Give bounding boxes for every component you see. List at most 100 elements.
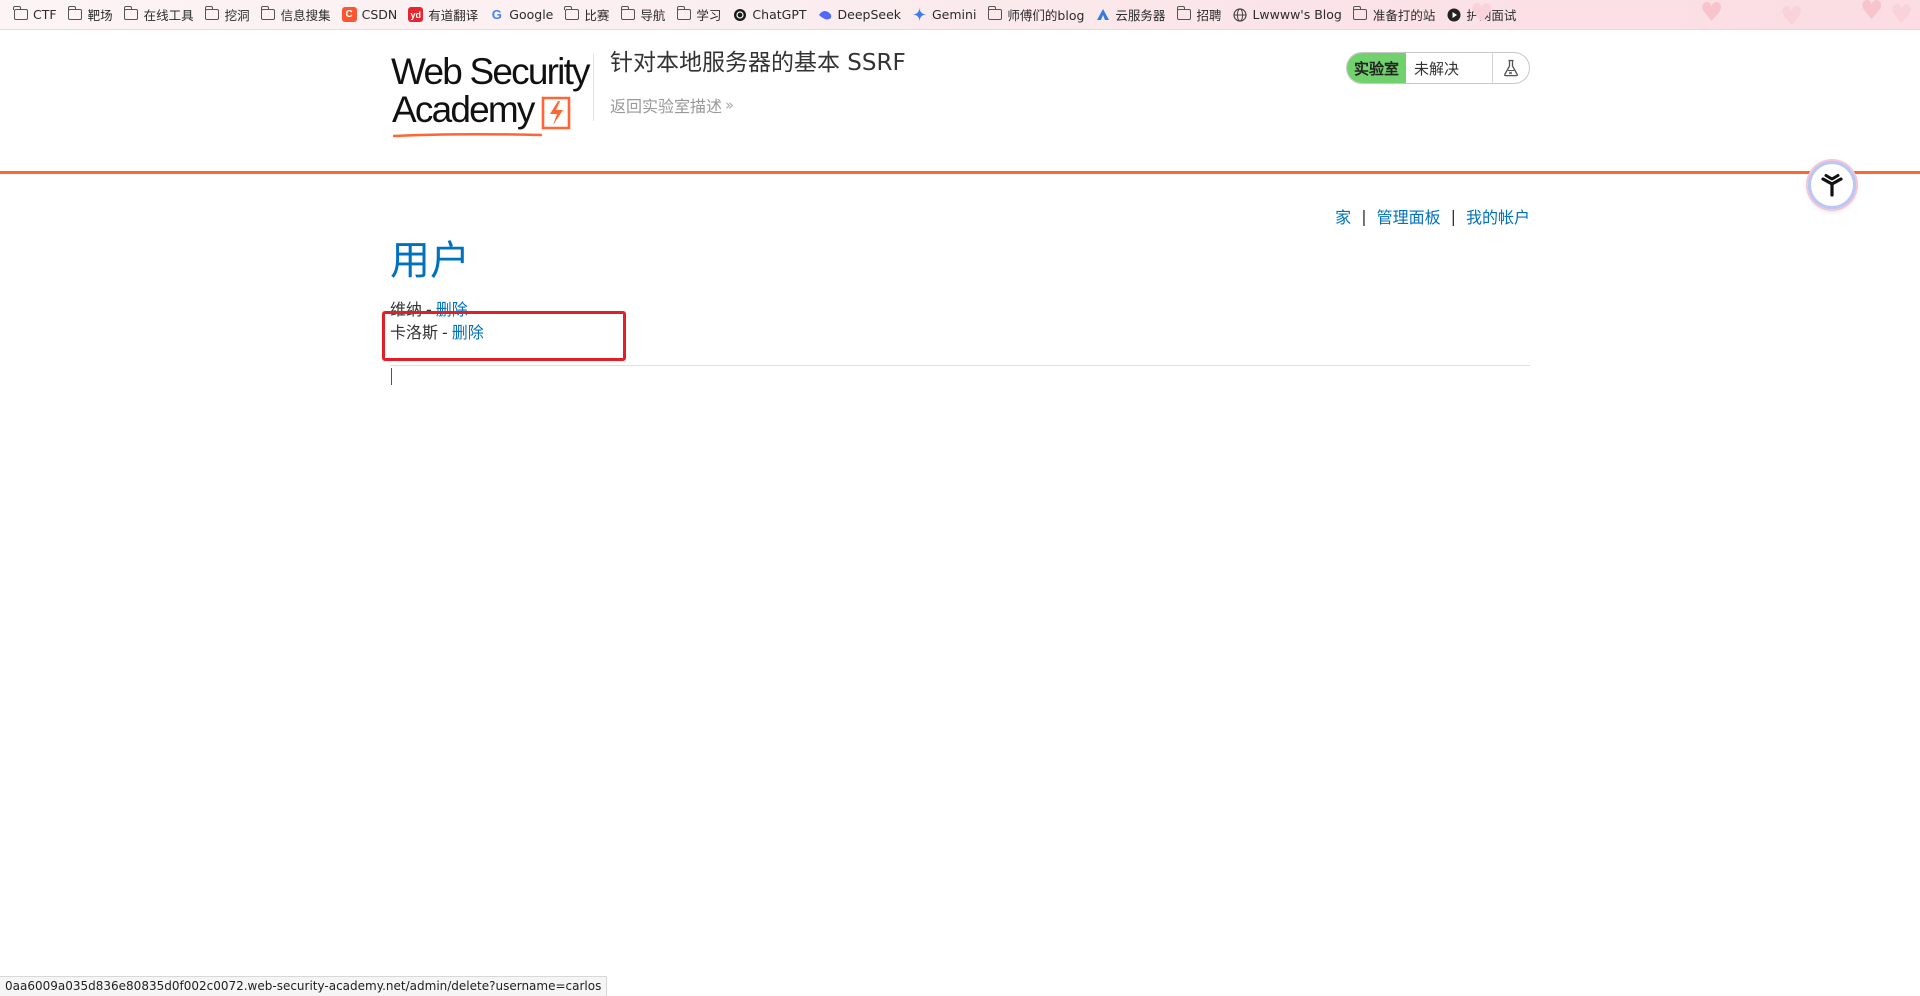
list-item: 卡洛斯 - 删除 — [390, 321, 484, 344]
web-security-academy-logo[interactable]: Web Security Academy — [391, 51, 591, 143]
folder-icon — [260, 6, 276, 21]
google-icon: G — [491, 7, 502, 22]
browser-extension-button[interactable] — [1808, 161, 1856, 209]
folder-icon — [987, 6, 1002, 21]
bookmark-item[interactable]: 师傅们的blog — [984, 3, 1092, 27]
bookmark-label: 信息搜集 — [280, 8, 331, 23]
bookmark-label: 靶场 — [87, 8, 113, 23]
username: 卡洛斯 — [390, 323, 439, 342]
heart-icon: ♥ — [1700, 0, 1724, 28]
browser-status-bar: 0aa6009a035d836e80835d0f002c0072.web-sec… — [0, 976, 608, 996]
user-list: 维纳 - 删除 卡洛斯 - 删除 — [390, 298, 484, 344]
logo-text-line1: Web Security — [391, 51, 591, 92]
bookmark-item[interactable]: yd 有道翻译 — [405, 3, 486, 27]
bookmark-label: 学习 — [696, 8, 722, 23]
globe-icon — [1232, 7, 1247, 22]
list-item: 维纳 - 删除 — [390, 298, 484, 321]
nav-separator: | — [1450, 206, 1456, 226]
cloud-icon — [1095, 8, 1110, 21]
content-divider — [390, 365, 1530, 366]
bookmark-label: 准备打的站 — [1372, 8, 1436, 23]
bookmark-item[interactable]: CTF — [10, 3, 65, 27]
deepseek-icon — [818, 8, 833, 21]
bookmark-item[interactable]: 比赛 — [561, 3, 617, 27]
bookmark-label: Gemini — [932, 7, 977, 22]
play-icon — [1446, 8, 1461, 21]
lab-status-label: 实验室 — [1347, 53, 1407, 83]
flask-icon — [1493, 53, 1529, 83]
logo-text-line2: Academy — [392, 89, 535, 130]
bookmark-item[interactable]: 在线工具 — [121, 3, 202, 27]
heart-icon: ♥ — [1860, 0, 1884, 26]
lab-header: Web Security Academy 针对本地服务器的基本 SSRF 返回实… — [0, 31, 1920, 174]
gemini-icon — [912, 8, 927, 21]
header-divider — [593, 53, 594, 121]
bookmark-label: Lwwww's Blog — [1252, 7, 1342, 22]
lab-status-widget: 实验室 未解决 — [1346, 52, 1530, 84]
bookmark-item[interactable]: 学习 — [673, 3, 729, 27]
folder-icon — [123, 6, 139, 21]
bookmark-item[interactable]: 招聘 — [1173, 3, 1229, 27]
user-separator: - — [442, 323, 448, 342]
logo-underline-icon — [393, 132, 543, 138]
heart-icon: ♥ — [1780, 2, 1804, 30]
chatgpt-icon — [732, 8, 747, 21]
bookmark-item[interactable]: 信息搜集 — [258, 3, 339, 27]
bookmark-label: 招聘 — [1196, 8, 1222, 23]
nav-admin-panel-link[interactable]: 管理面板 — [1377, 204, 1441, 228]
bookmark-item[interactable]: Gemini — [909, 3, 984, 27]
bookmark-item[interactable]: 准备打的站 — [1350, 3, 1444, 27]
username: 维纳 — [390, 300, 423, 319]
heart-icon: ♥ — [1890, 0, 1914, 30]
bookmark-label: Google — [509, 7, 554, 22]
text-caret — [391, 368, 392, 385]
decorative-hearts: ♥ ♥ ♥ ♥ ♥ — [1470, 0, 1920, 30]
account-navigation: 家 | 管理面板 | 我的帐户 — [1335, 204, 1530, 228]
lightning-bolt-icon — [541, 96, 571, 130]
nav-separator: | — [1361, 206, 1367, 226]
lab-title: 针对本地服务器的基本 SSRF — [610, 50, 906, 76]
bookmark-item[interactable]: C CSDN — [339, 3, 406, 27]
bookmark-label: CSDN — [361, 7, 398, 22]
bookmark-label: 导航 — [640, 8, 666, 23]
youdao-icon: yd — [408, 7, 424, 22]
extension-logo-icon — [1821, 174, 1843, 197]
bookmark-label: DeepSeek — [837, 7, 902, 22]
folder-icon — [204, 6, 220, 21]
bookmark-item[interactable]: G Google — [486, 3, 561, 27]
folder-icon — [676, 6, 691, 21]
bookmark-item[interactable]: 护网面试 — [1443, 3, 1524, 27]
folder-icon — [1352, 6, 1368, 21]
bookmark-label: 比赛 — [584, 8, 610, 23]
bookmark-label: 师傅们的blog — [1007, 8, 1085, 23]
delete-user-link[interactable]: 删除 — [452, 323, 484, 342]
folder-icon — [13, 6, 28, 21]
bookmark-item[interactable]: 挖洞 — [202, 3, 258, 27]
double-chevron-right-icon: ›› — [725, 96, 734, 114]
bookmark-item[interactable]: ChatGPT — [729, 3, 814, 27]
csdn-icon: C — [341, 7, 357, 22]
bookmark-label: 护网面试 — [1466, 8, 1517, 23]
folder-icon — [1176, 6, 1191, 21]
nav-my-account-link[interactable]: 我的帐户 — [1466, 204, 1530, 228]
bookmark-label: 有道翻译 — [428, 8, 479, 23]
bookmark-label: 云服务器 — [1115, 8, 1166, 23]
bookmark-label: CTF — [33, 7, 57, 22]
bookmark-item[interactable]: 云服务器 — [1092, 3, 1173, 27]
bookmark-item[interactable]: 靶场 — [65, 3, 121, 27]
bookmark-label: ChatGPT — [752, 7, 807, 22]
bookmark-label: 在线工具 — [143, 8, 194, 23]
folder-icon — [67, 6, 83, 21]
back-link-label: 返回实验室描述 — [610, 97, 723, 116]
user-separator: - — [426, 300, 432, 319]
page-title: 用户 — [390, 238, 470, 284]
bookmark-item[interactable]: DeepSeek — [815, 3, 910, 27]
bookmark-item[interactable]: Lwwww's Blog — [1229, 3, 1349, 27]
bookmark-item[interactable]: 导航 — [617, 3, 673, 27]
back-to-lab-description-link[interactable]: 返回实验室描述 ›› — [610, 93, 734, 117]
nav-home-link[interactable]: 家 — [1335, 204, 1351, 228]
folder-icon — [564, 6, 579, 21]
delete-user-link[interactable]: 删除 — [436, 300, 468, 319]
folder-icon — [620, 6, 635, 21]
bookmark-label: 挖洞 — [224, 8, 250, 23]
